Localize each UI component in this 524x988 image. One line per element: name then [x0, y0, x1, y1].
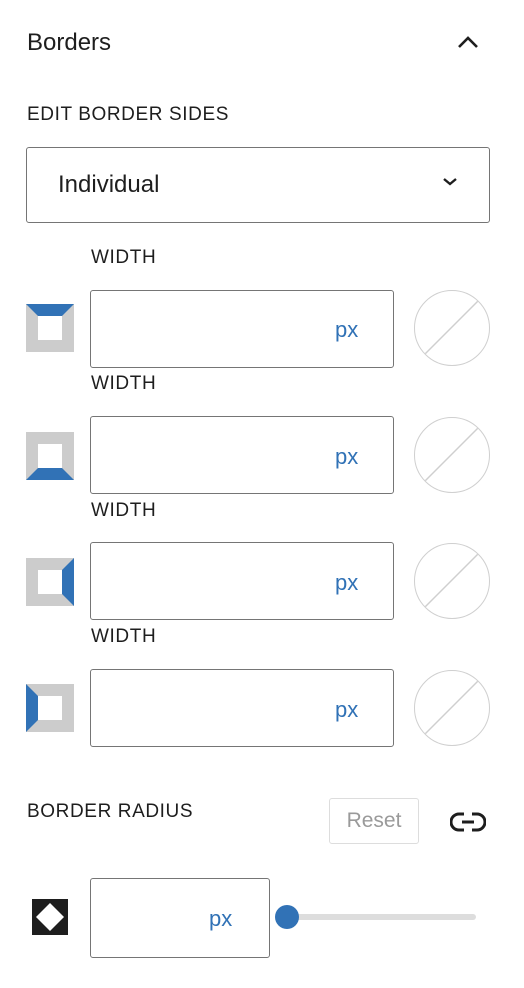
- border-right-icon: [26, 558, 74, 606]
- edit-border-sides-select[interactable]: Individual: [26, 147, 490, 223]
- border-radius-icon: [32, 899, 68, 935]
- top-width-unit[interactable]: px: [335, 317, 358, 343]
- left-width-unit[interactable]: px: [335, 697, 358, 723]
- right-width-unit[interactable]: px: [335, 570, 358, 596]
- chevron-down-icon: [443, 178, 457, 186]
- reset-button[interactable]: Reset: [329, 798, 419, 844]
- chevron-up-icon: [458, 36, 478, 48]
- border-bottom-icon: [26, 432, 74, 480]
- top-color-button[interactable]: [414, 290, 490, 366]
- no-color-icon: [424, 300, 479, 355]
- bottom-width-unit[interactable]: px: [335, 444, 358, 470]
- border-radius-slider-thumb[interactable]: [275, 905, 299, 929]
- left-width-label: WIDTH: [91, 626, 157, 647]
- no-color-icon: [424, 427, 479, 482]
- no-color-icon: [424, 553, 479, 608]
- border-left-icon: [26, 684, 74, 732]
- border-radius-slider-track[interactable]: [288, 914, 476, 920]
- bottom-width-label: WIDTH: [91, 373, 157, 394]
- right-color-button[interactable]: [414, 543, 490, 619]
- border-radius-unit[interactable]: px: [209, 906, 232, 932]
- border-top-icon: [26, 304, 74, 352]
- left-color-button[interactable]: [414, 670, 490, 746]
- edit-border-sides-value: Individual: [58, 171, 160, 198]
- bottom-color-button[interactable]: [414, 417, 490, 493]
- border-radius-label: BORDER RADIUS: [27, 801, 194, 822]
- link-icon: [450, 812, 486, 832]
- right-width-label: WIDTH: [91, 500, 157, 521]
- edit-border-sides-label: EDIT BORDER SIDES: [27, 104, 229, 125]
- border-radius-input[interactable]: [90, 878, 270, 958]
- link-corners-button[interactable]: [446, 802, 490, 842]
- panel-title: Borders: [27, 29, 112, 56]
- no-color-icon: [424, 680, 479, 735]
- collapse-button[interactable]: [448, 26, 488, 58]
- top-width-label: WIDTH: [91, 247, 157, 268]
